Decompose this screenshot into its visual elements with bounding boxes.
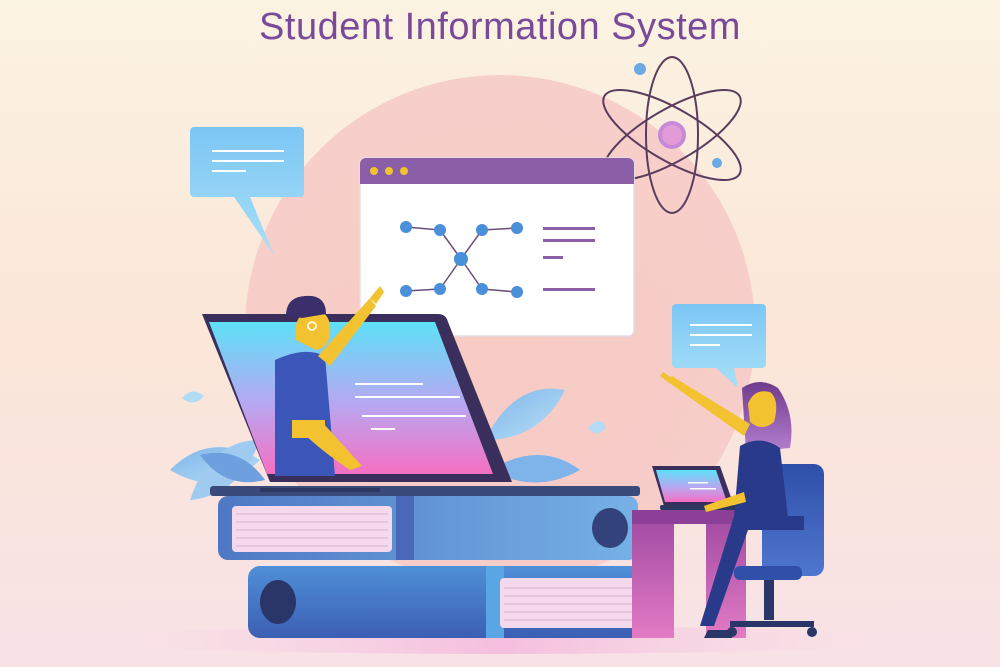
illustration [80,56,920,654]
book-stack-icon [218,496,668,638]
browser-window-icon [359,157,635,337]
